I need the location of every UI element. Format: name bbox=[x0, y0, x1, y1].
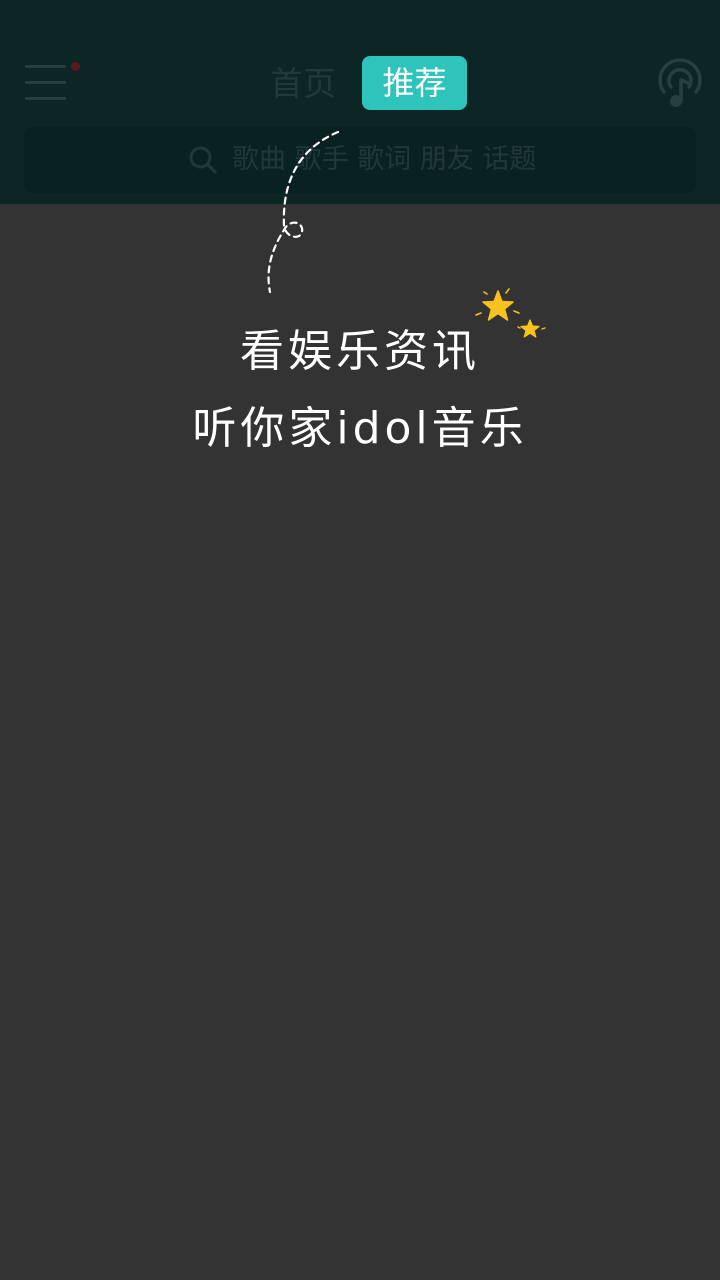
top-header: 首页 推荐 歌曲 歌手 歌词 朋友 话题 bbox=[0, 0, 720, 204]
menu-icon-bar bbox=[25, 65, 66, 68]
guide-text-line1: 看娱乐资讯 bbox=[240, 326, 480, 377]
guide-text-line2: 听你家idol音乐 bbox=[192, 403, 528, 454]
app-screen: 首页 推荐 歌曲 歌手 歌词 朋友 话题 看娱乐资讯 听你家idol音乐 bbox=[0, 0, 720, 1280]
search-placeholder: 歌曲 歌手 歌词 朋友 话题 bbox=[232, 144, 537, 175]
listen-identify-button[interactable] bbox=[654, 58, 706, 112]
listen-identify-icon bbox=[658, 58, 702, 107]
menu-icon-bar bbox=[25, 97, 66, 100]
tab-home[interactable]: 首页 bbox=[262, 62, 344, 106]
search-input[interactable]: 歌曲 歌手 歌词 朋友 话题 bbox=[24, 127, 696, 193]
menu-icon-bar bbox=[25, 81, 66, 84]
notification-dot-icon bbox=[71, 62, 80, 71]
search-icon bbox=[189, 146, 217, 174]
tab-recommend[interactable]: 推荐 bbox=[362, 56, 467, 110]
menu-button[interactable] bbox=[22, 62, 82, 106]
